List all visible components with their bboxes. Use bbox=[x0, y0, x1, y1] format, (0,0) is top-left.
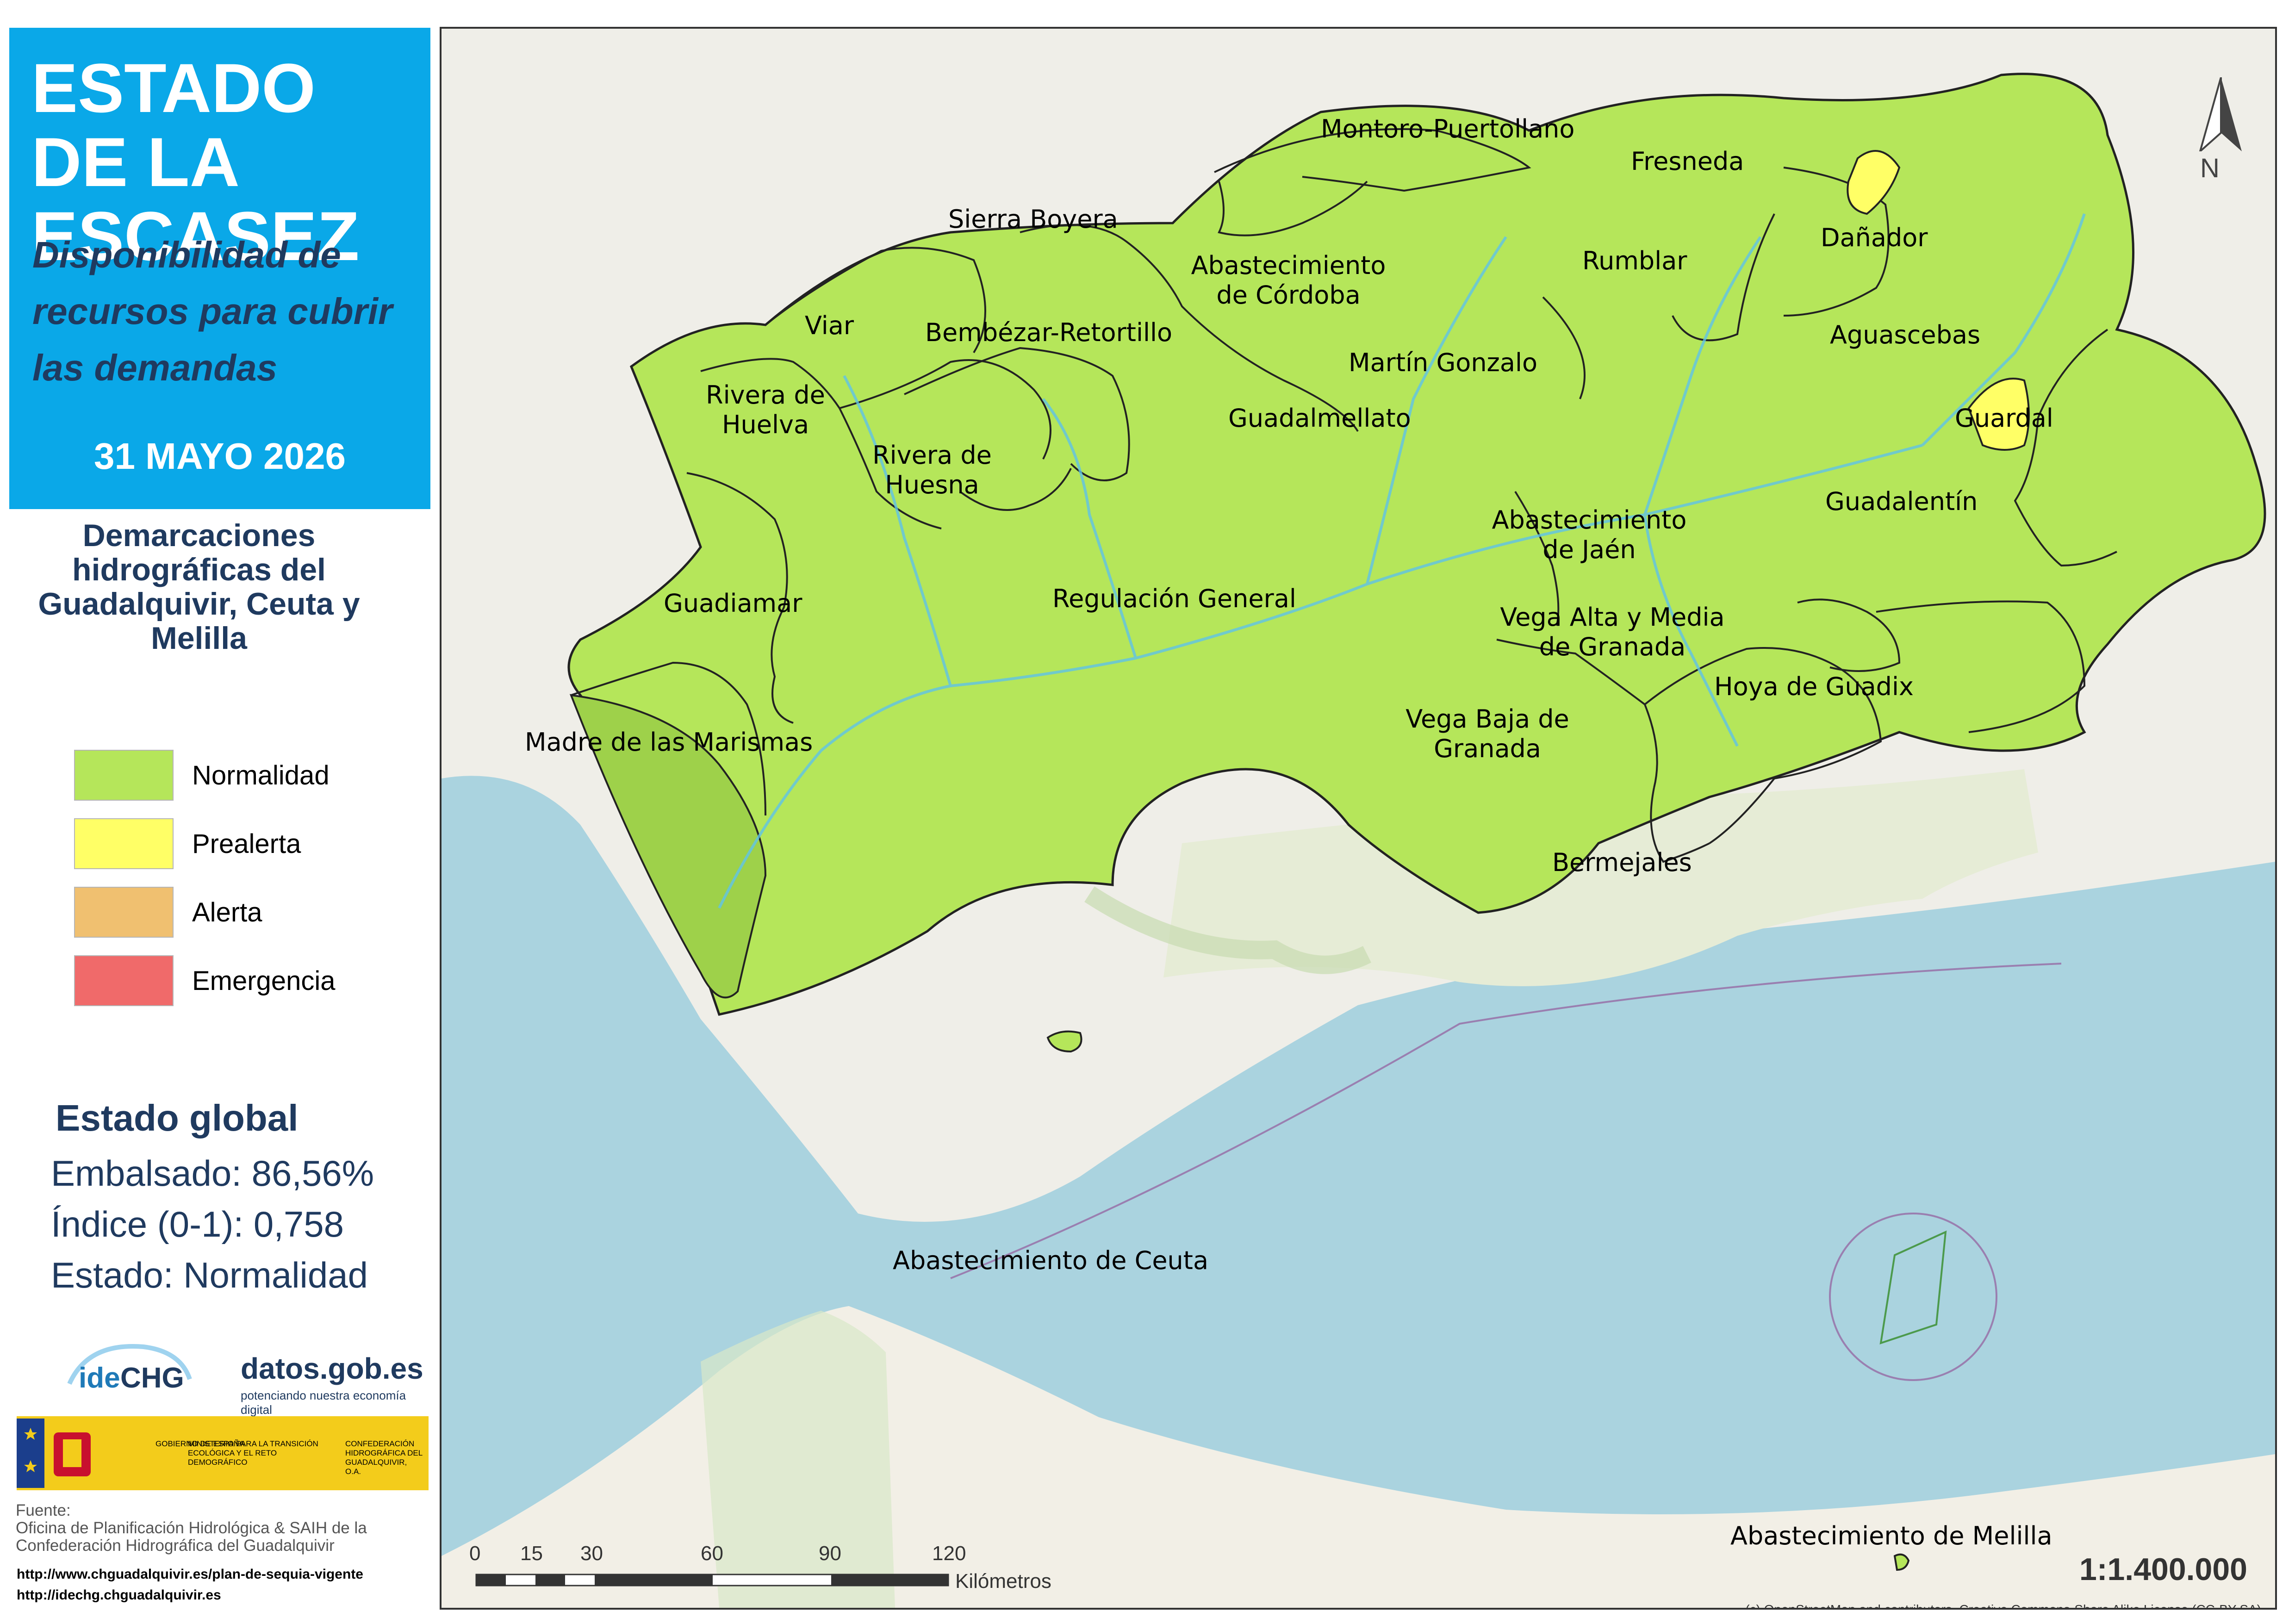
scale-bar bbox=[475, 1574, 949, 1587]
legend-swatch bbox=[74, 955, 174, 1006]
legend-label: Emergencia bbox=[192, 966, 336, 996]
zone-label-vega-baja-granada[interactable]: Vega Baja de Granada bbox=[1404, 704, 1571, 764]
map-frame[interactable]: Montoro-Puertollano Fresneda Sierra Boye… bbox=[440, 27, 2277, 1610]
zone-label-abastecimiento-ceuta[interactable]: Abastecimiento de Ceuta bbox=[893, 1246, 1208, 1276]
page-subtitle: Disponibilidad de recursos para cubrir l… bbox=[32, 234, 393, 388]
zone-label-montoro-puertollano[interactable]: Montoro-Puertollano bbox=[1321, 114, 1574, 144]
confederation-name: CONFEDERACIÓN HIDROGRÁFICA DEL GUADALQUI… bbox=[345, 1439, 423, 1476]
zone-label-hoya-de-guadix[interactable]: Hoya de Guadix bbox=[1714, 672, 1914, 702]
zone-label-abastecimiento-melilla[interactable]: Abastecimiento de Melilla bbox=[1730, 1521, 2052, 1551]
zone-label-bermejales[interactable]: Bermejales bbox=[1552, 848, 1692, 877]
legend-swatch bbox=[74, 750, 174, 801]
source-note: Fuente: Oficina de Planificación Hidroló… bbox=[16, 1502, 432, 1555]
sidebar: ESTADO DE LA ESCASEZ Disponibilidad de r… bbox=[0, 0, 435, 1624]
global-state-heading: Estado global bbox=[56, 1097, 299, 1139]
idechg-logo-graphic: ide CHG bbox=[67, 1344, 192, 1394]
zone-label-guardal[interactable]: Guardal bbox=[1955, 404, 2053, 433]
zone-label-guadalmellato[interactable]: Guadalmellato bbox=[1228, 404, 1411, 433]
source-text: Oficina de Planificación Hidrológica & S… bbox=[16, 1519, 367, 1555]
idechg-url-link[interactable]: http://idechg.chguadalquivir.es bbox=[17, 1587, 221, 1603]
zone-label-martin-gonzalo[interactable]: Martín Gonzalo bbox=[1349, 348, 1537, 378]
zone-label-fresneda[interactable]: Fresneda bbox=[1631, 147, 1744, 176]
government-banner: GOBIERNO DE ESPAÑA MINISTERIO PARA LA TR… bbox=[17, 1416, 429, 1490]
zone-label-madre-de-las-marismas[interactable]: Madre de las Marismas bbox=[525, 728, 813, 757]
zone-label-regulacion-general[interactable]: Regulación General bbox=[1052, 584, 1296, 614]
legend-swatch bbox=[74, 887, 174, 938]
zone-label-abastecimiento-cordoba[interactable]: Abastecimiento de Córdoba bbox=[1187, 251, 1390, 310]
source-label: Fuente: bbox=[16, 1501, 71, 1519]
zone-ceuta-fill bbox=[1046, 1030, 1082, 1053]
zone-label-guadiamar[interactable]: Guadiamar bbox=[664, 589, 802, 618]
plan-url-link[interactable]: http://www.chguadalquivir.es/plan-de-seq… bbox=[17, 1567, 363, 1582]
guadalquivir-basin bbox=[567, 73, 2266, 1016]
legend-heading: Demarcaciones hidrográficas del Guadalqu… bbox=[38, 518, 360, 656]
zone-label-guadalentin[interactable]: Guadalentín bbox=[1825, 487, 1978, 516]
north-label: N bbox=[2200, 153, 2220, 183]
datos-gob-tagline: potenciando nuestra economía digital bbox=[241, 1388, 406, 1417]
svg-text:ide: ide bbox=[79, 1362, 120, 1394]
zone-label-rivera-de-huelva[interactable]: Rivera de Huelva bbox=[696, 380, 835, 440]
legend-label: Alerta bbox=[192, 897, 262, 927]
spain-coat-of-arms-icon bbox=[17, 1419, 91, 1488]
idechg-logo[interactable]: ide CHG bbox=[60, 1333, 199, 1398]
scale-tick: 60 bbox=[701, 1542, 723, 1565]
report-date: 31 MAYO 2026 bbox=[93, 436, 346, 477]
zone-label-aguascebas[interactable]: Aguascebas bbox=[1830, 320, 1980, 350]
title-box: ESTADO DE LA ESCASEZ Disponibilidad de r… bbox=[9, 28, 430, 509]
legend-label: Prealerta bbox=[192, 829, 301, 859]
zone-label-rumblar[interactable]: Rumblar bbox=[1582, 246, 1687, 276]
embalsado-value: Embalsado: 86,56% bbox=[51, 1153, 374, 1194]
north-arrow-icon bbox=[2199, 77, 2242, 151]
legend-label: Normalidad bbox=[192, 760, 330, 790]
ministry-name: MINISTERIO PARA LA TRANSICIÓN ECOLÓGICA … bbox=[188, 1439, 318, 1467]
africa-vegetation bbox=[701, 1311, 895, 1608]
map-attribution: (c) OpenStreetMap and contributors, Crea… bbox=[1745, 1602, 2261, 1610]
scale-ratio: 1:1.400.000 bbox=[2079, 1552, 2247, 1587]
scale-tick: 30 bbox=[580, 1542, 603, 1565]
scale-tick: 90 bbox=[819, 1542, 841, 1565]
scale-tick: 120 bbox=[932, 1542, 966, 1565]
datos-gob-title: datos.gob.es bbox=[241, 1352, 423, 1385]
legend-swatch bbox=[74, 818, 174, 869]
zone-label-viar[interactable]: Viar bbox=[805, 311, 854, 341]
datos-gob-logo[interactable]: datos.gob.es potenciando nuestra economí… bbox=[241, 1351, 423, 1417]
indice-value: Índice (0-1): 0,758 bbox=[51, 1204, 344, 1244]
scale-tick: 0 bbox=[469, 1542, 481, 1565]
estado-value: Estado: Normalidad bbox=[51, 1255, 368, 1295]
zone-label-vega-alta-media-granada[interactable]: Vega Alta y Media de Granada bbox=[1483, 603, 1742, 662]
scale-unit: Kilómetros bbox=[955, 1570, 1051, 1593]
scale-tick: 15 bbox=[520, 1542, 543, 1565]
zone-label-danador[interactable]: Dañador bbox=[1821, 223, 1928, 253]
zone-label-bembezar-retortillo[interactable]: Bembézar-Retortillo bbox=[925, 318, 1172, 348]
svg-text:CHG: CHG bbox=[120, 1362, 184, 1394]
zone-label-rivera-de-huesna[interactable]: Rivera de Huesna bbox=[872, 441, 992, 500]
zone-label-abastecimiento-jaen[interactable]: Abastecimiento de Jaén bbox=[1483, 505, 1696, 565]
zone-label-sierra-boyera[interactable]: Sierra Boyera bbox=[948, 205, 1118, 234]
